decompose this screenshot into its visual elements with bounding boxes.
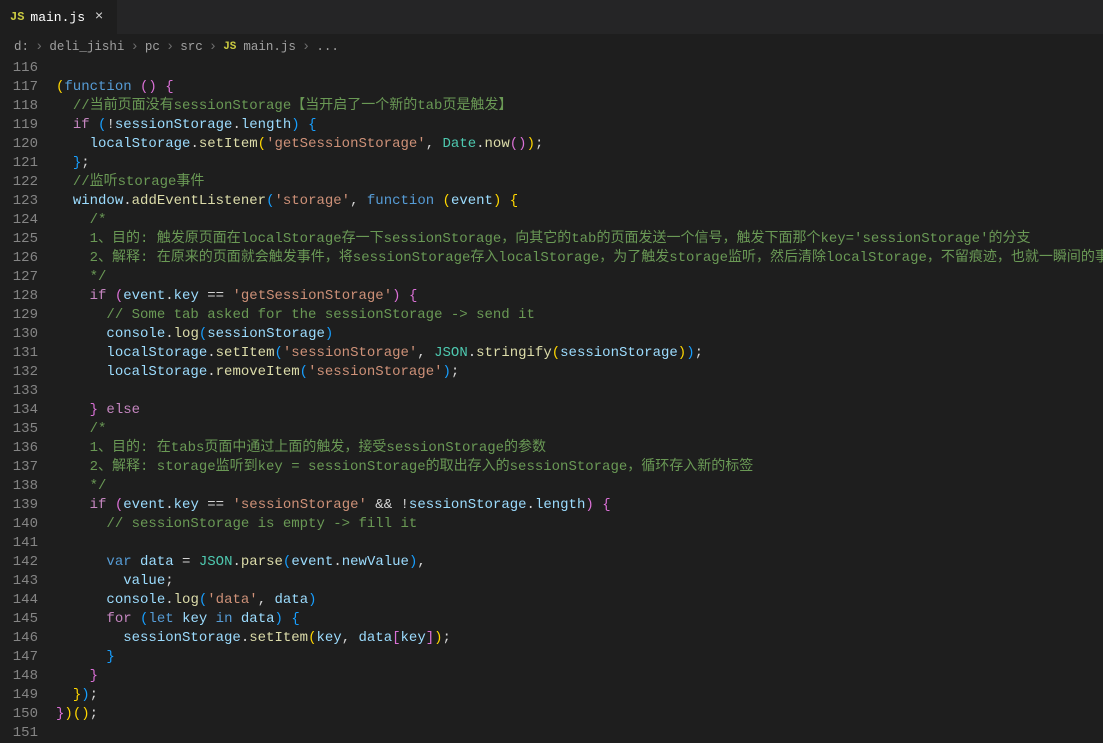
code-line: }; bbox=[56, 154, 1103, 173]
code-line: */ bbox=[56, 477, 1103, 496]
code-line: (function () { bbox=[56, 78, 1103, 97]
line-number: 134 bbox=[0, 401, 38, 420]
js-file-icon: JS bbox=[10, 10, 24, 24]
code-line bbox=[56, 382, 1103, 401]
code-line: }); bbox=[56, 686, 1103, 705]
line-number: 125 bbox=[0, 230, 38, 249]
line-number: 128 bbox=[0, 287, 38, 306]
line-number: 141 bbox=[0, 534, 38, 553]
code-line: 1、目的: 在tabs页面中通过上面的触发，接受sessionStorage的参… bbox=[56, 439, 1103, 458]
close-icon[interactable]: × bbox=[91, 9, 107, 25]
line-number: 123 bbox=[0, 192, 38, 211]
code-line: // sessionStorage is empty -> fill it bbox=[56, 515, 1103, 534]
line-number: 124 bbox=[0, 211, 38, 230]
code-editor[interactable]: 1161171181191201211221231241251261271281… bbox=[0, 59, 1103, 738]
code-line: window.addEventListener('storage', funct… bbox=[56, 192, 1103, 211]
line-number: 151 bbox=[0, 724, 38, 743]
code-line bbox=[56, 724, 1103, 738]
code-line: if (!sessionStorage.length) { bbox=[56, 116, 1103, 135]
line-number: 117 bbox=[0, 78, 38, 97]
chevron-right-icon: › bbox=[207, 39, 219, 55]
line-number: 116 bbox=[0, 59, 38, 78]
tab-label: main.js bbox=[30, 10, 85, 25]
line-number: 131 bbox=[0, 344, 38, 363]
code-line bbox=[56, 59, 1103, 78]
code-area[interactable]: (function () { //当前页面没有sessionStorage【当开… bbox=[56, 59, 1103, 738]
line-number: 132 bbox=[0, 363, 38, 382]
line-number: 139 bbox=[0, 496, 38, 515]
line-number: 130 bbox=[0, 325, 38, 344]
code-line: localStorage.setItem('getSessionStorage'… bbox=[56, 135, 1103, 154]
line-number: 136 bbox=[0, 439, 38, 458]
line-number: 127 bbox=[0, 268, 38, 287]
line-number: 122 bbox=[0, 173, 38, 192]
line-number: 149 bbox=[0, 686, 38, 705]
code-line: console.log('data', data) bbox=[56, 591, 1103, 610]
line-number: 146 bbox=[0, 629, 38, 648]
code-line: /* bbox=[56, 211, 1103, 230]
code-line: } bbox=[56, 648, 1103, 667]
code-line: if (event.key == 'sessionStorage' && !se… bbox=[56, 496, 1103, 515]
line-number: 133 bbox=[0, 382, 38, 401]
line-number: 135 bbox=[0, 420, 38, 439]
chevron-right-icon: › bbox=[33, 39, 45, 55]
line-number: 140 bbox=[0, 515, 38, 534]
breadcrumb-item[interactable]: ... bbox=[316, 40, 339, 54]
line-number: 126 bbox=[0, 249, 38, 268]
breadcrumb-item[interactable]: main.js bbox=[243, 40, 296, 54]
js-file-icon: JS bbox=[223, 41, 236, 53]
line-number: 120 bbox=[0, 135, 38, 154]
chevron-right-icon: › bbox=[164, 39, 176, 55]
line-number: 148 bbox=[0, 667, 38, 686]
code-line: 2、解释: 在原来的页面就会触发事件，将sessionStorage存入loca… bbox=[56, 249, 1103, 268]
breadcrumb-item[interactable]: src bbox=[180, 40, 203, 54]
code-line: //当前页面没有sessionStorage【当开启了一个新的tab页是触发】 bbox=[56, 97, 1103, 116]
code-line: } else bbox=[56, 401, 1103, 420]
code-line: // Some tab asked for the sessionStorage… bbox=[56, 306, 1103, 325]
code-line: })(); bbox=[56, 705, 1103, 724]
line-number: 143 bbox=[0, 572, 38, 591]
code-line: 1、目的: 触发原页面在localStorage存一下sessionStorag… bbox=[56, 230, 1103, 249]
code-line: value; bbox=[56, 572, 1103, 591]
tab-bar: JS main.js × bbox=[0, 0, 1103, 35]
line-number: 119 bbox=[0, 116, 38, 135]
line-number: 147 bbox=[0, 648, 38, 667]
code-line: 2、解释: storage监听到key = sessionStorage的取出存… bbox=[56, 458, 1103, 477]
code-line: /* bbox=[56, 420, 1103, 439]
line-number: 118 bbox=[0, 97, 38, 116]
chevron-right-icon: › bbox=[300, 39, 312, 55]
code-line: localStorage.setItem('sessionStorage', J… bbox=[56, 344, 1103, 363]
line-number: 137 bbox=[0, 458, 38, 477]
line-number: 121 bbox=[0, 154, 38, 173]
tab-main-js[interactable]: JS main.js × bbox=[0, 0, 118, 34]
breadcrumb-item[interactable]: deli_jishi bbox=[49, 40, 124, 54]
code-line: if (event.key == 'getSessionStorage') { bbox=[56, 287, 1103, 306]
code-line: for (let key in data) { bbox=[56, 610, 1103, 629]
breadcrumb: d: › deli_jishi › pc › src › JS main.js ›… bbox=[0, 35, 1103, 59]
breadcrumb-item[interactable]: pc bbox=[145, 40, 160, 54]
code-line: localStorage.removeItem('sessionStorage'… bbox=[56, 363, 1103, 382]
code-line: } bbox=[56, 667, 1103, 686]
line-number: 129 bbox=[0, 306, 38, 325]
line-number: 138 bbox=[0, 477, 38, 496]
breadcrumb-item[interactable]: d: bbox=[14, 40, 29, 54]
line-number-gutter: 1161171181191201211221231241251261271281… bbox=[0, 59, 56, 738]
code-line: sessionStorage.setItem(key, data[key]); bbox=[56, 629, 1103, 648]
line-number: 144 bbox=[0, 591, 38, 610]
line-number: 142 bbox=[0, 553, 38, 572]
line-number: 150 bbox=[0, 705, 38, 724]
code-line bbox=[56, 534, 1103, 553]
chevron-right-icon: › bbox=[128, 39, 140, 55]
code-line: //监听storage事件 bbox=[56, 173, 1103, 192]
line-number: 145 bbox=[0, 610, 38, 629]
code-line: console.log(sessionStorage) bbox=[56, 325, 1103, 344]
code-line: */ bbox=[56, 268, 1103, 287]
code-line: var data = JSON.parse(event.newValue), bbox=[56, 553, 1103, 572]
